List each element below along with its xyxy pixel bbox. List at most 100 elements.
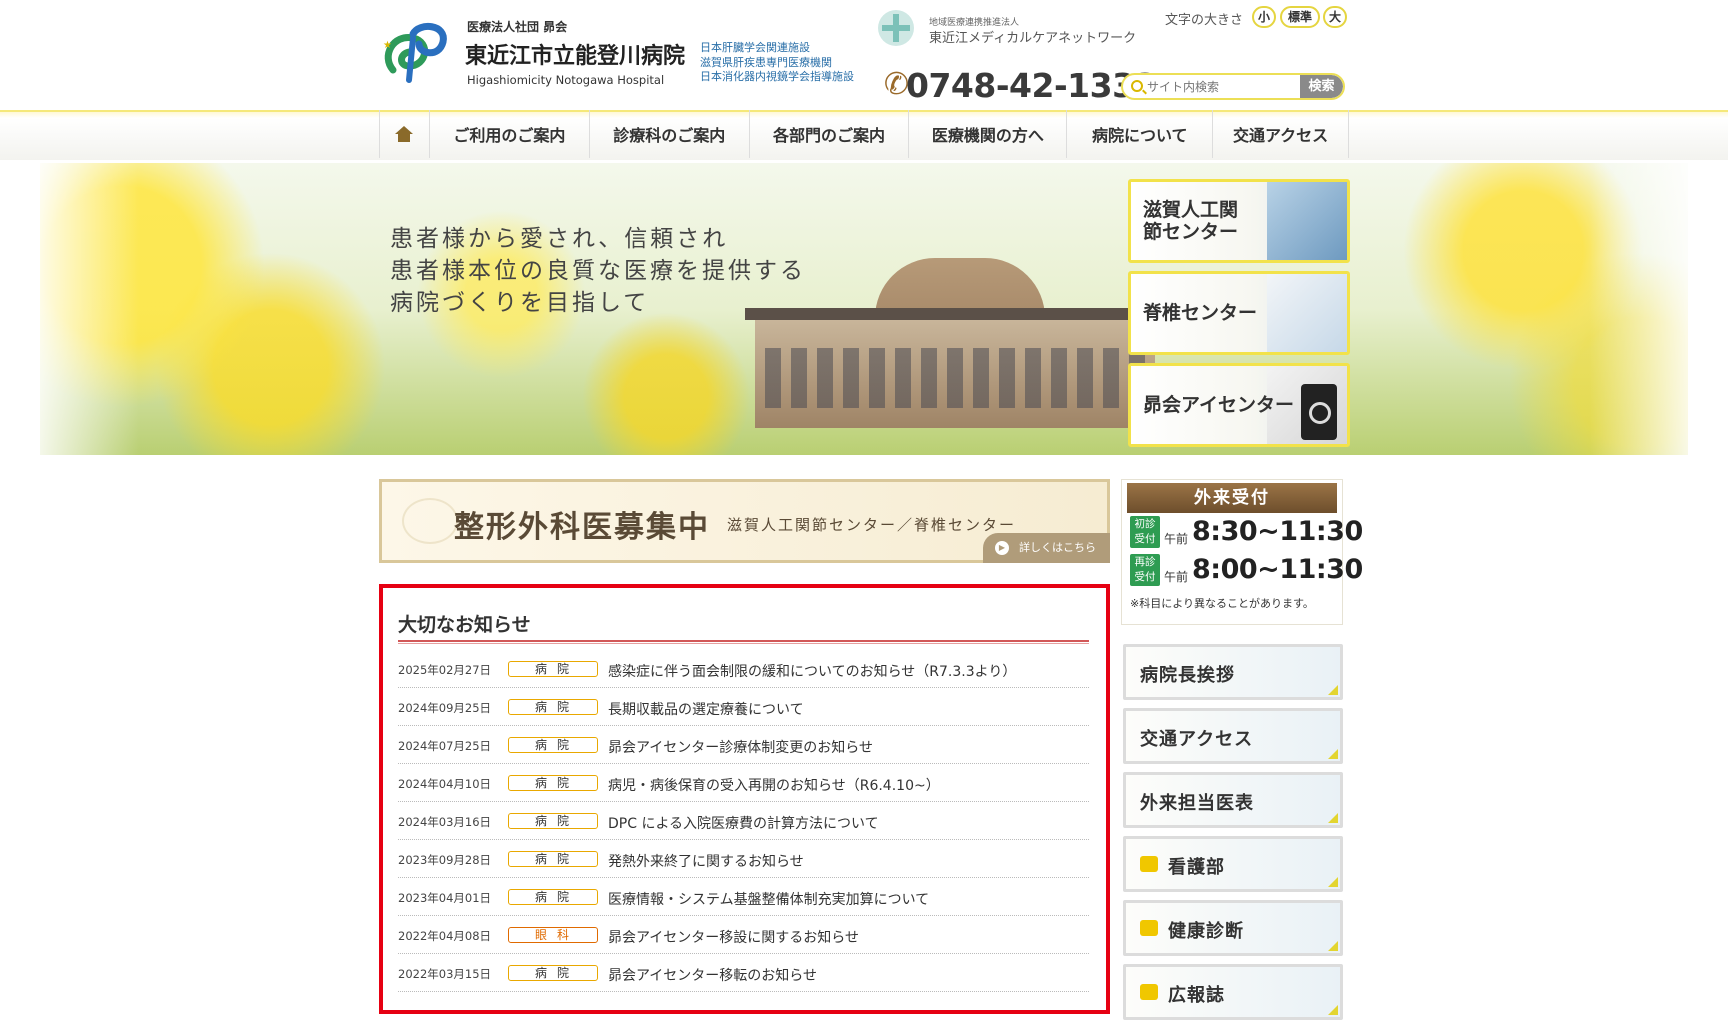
nursing-department-button[interactable]: 看護部 — [1123, 836, 1343, 892]
notice-item[interactable]: 2023年04月01日 病院 医療情報・システム基盤整備体制充実加算について — [398, 878, 1089, 916]
ornament-decoration — [402, 498, 458, 544]
notice-category-badge: 病院 — [508, 737, 598, 753]
side-button-label: 看護部 — [1168, 857, 1225, 878]
reception-title: 外来受付 — [1127, 483, 1337, 513]
network-link[interactable]: 東近江メディカルケアネットワーク — [929, 27, 1136, 46]
nav-item-for-medical-institutions[interactable]: 医療機関の方へ — [909, 110, 1068, 158]
notice-link[interactable]: 昴会アイセンター移設に関するお知らせ — [608, 927, 859, 947]
side-button-label: 健康診断 — [1168, 921, 1244, 942]
side-button-label: 広報誌 — [1168, 985, 1225, 1006]
notice-item[interactable]: 2022年04月08日 眼科 昴会アイセンター移設に関するお知らせ — [398, 916, 1089, 954]
notice-date: 2023年09月28日 — [398, 853, 492, 867]
health-checkup-button[interactable]: 健康診断 — [1123, 900, 1343, 956]
reception-prefix: 午前 — [1164, 570, 1189, 584]
banner-spine-center[interactable]: 脊椎センター — [1128, 271, 1350, 355]
notice-link[interactable]: 昴会アイセンター診療体制変更のお知らせ — [608, 737, 873, 757]
corporation-name: 医療法人社団 昴会 — [467, 20, 568, 34]
notice-item[interactable]: 2022年03月15日 病院 昴会アイセンター移転のお知らせ — [398, 954, 1089, 992]
notice-item[interactable]: 2024年09月25日 病院 長期収載品の選定療養について — [398, 688, 1089, 726]
nav-home[interactable] — [380, 110, 430, 158]
notice-link[interactable]: 医療情報・システム基盤整備体制充実加算について — [608, 889, 929, 909]
phone-icon: ✆ — [884, 67, 910, 102]
affiliation-item: 日本肝臓学会関連施設 — [700, 41, 810, 54]
notice-category-badge: 病院 — [508, 661, 598, 677]
notice-link[interactable]: DPC による入院医療費の計算方法について — [608, 813, 879, 833]
notice-category-badge: 病院 — [508, 813, 598, 829]
notice-link[interactable]: 感染症に伴う面会制限の緩和についてのお知らせ（R7.3.3より） — [608, 661, 1016, 681]
site-header: ★ 医療法人社団 昴会 東近江市立能登川病院 Higashiomicity No… — [0, 0, 1728, 110]
nav-item-about[interactable]: 病院について — [1067, 110, 1214, 158]
reception-row-revisit: 再診受付 午前 8:00~11:30 — [1130, 554, 1363, 588]
notice-category-badge: 病院 — [508, 775, 598, 791]
global-nav: ご利用のご案内 診療科のご案内 各部門のご案内 医療機関の方へ 病院について 交… — [379, 110, 1349, 158]
reception-row-first-visit: 初診受付 午前 8:30~11:30 — [1130, 516, 1363, 550]
hero-line: 患者様から愛され、信頼され — [390, 226, 729, 252]
notice-date: 2024年09月25日 — [398, 701, 492, 715]
notice-item[interactable]: 2024年04月10日 病院 病児・病後保育の受入再開のお知らせ（R6.4.10… — [398, 764, 1089, 802]
medical-network-icon[interactable] — [878, 10, 914, 46]
font-size-large-button[interactable]: 大 — [1323, 6, 1347, 28]
hospital-logo[interactable]: ★ — [379, 20, 459, 84]
hero-message: 患者様から愛され、信頼され 患者様本位の良質な医療を提供する 病院づくりを目指し… — [390, 223, 806, 319]
affiliation-item: 滋賀県肝疾患専門医療機関 — [700, 55, 832, 69]
nav-item-divisions[interactable]: 各部門のご案内 — [750, 110, 910, 158]
notice-link[interactable]: 発熱外来終了に関するお知らせ — [608, 851, 804, 871]
notice-link[interactable]: 昴会アイセンター移転のお知らせ — [608, 965, 817, 985]
notice-category-badge: 病院 — [508, 965, 598, 981]
hospital-name[interactable]: 東近江市立能登川病院 — [465, 38, 685, 70]
font-size-small-button[interactable]: 小 — [1252, 6, 1276, 28]
recruit-title: 整形外科医募集中 — [454, 510, 710, 545]
notice-item[interactable]: 2025年02月27日 病院 感染症に伴う面会制限の緩和についてのお知らせ（R7… — [398, 650, 1089, 688]
site-search: 検索 — [1121, 73, 1345, 100]
notice-item[interactable]: 2023年09月28日 病院 発熱外来終了に関するお知らせ — [398, 840, 1089, 878]
notice-category-badge: 眼科 — [508, 927, 598, 943]
svg-text:★: ★ — [383, 40, 392, 51]
nurse-cap-icon — [1140, 856, 1158, 872]
recruit-subtitle: 滋賀人工関節センター／脊椎センター — [727, 516, 1017, 534]
hero-line: 病院づくりを目指して — [390, 290, 650, 316]
outpatient-schedule-button[interactable]: 外来担当医表 — [1123, 772, 1343, 828]
banner-label: 昴会アイセンター — [1143, 394, 1295, 416]
reception-note: ※科目により異なることがあります。 — [1130, 597, 1314, 610]
font-size-label: 文字の大きさ — [1165, 13, 1244, 28]
newsletter-button[interactable]: 広報誌 — [1123, 964, 1343, 1020]
nav-item-departments[interactable]: 診療科のご案内 — [590, 110, 750, 158]
home-icon — [395, 126, 414, 142]
notice-link[interactable]: 長期収載品の選定療養について — [608, 699, 804, 719]
search-input[interactable] — [1147, 77, 1297, 96]
banner-eye-center[interactable]: 昴会アイセンター — [1128, 363, 1350, 447]
notice-item[interactable]: 2024年07月25日 病院 昴会アイセンター診療体制変更のお知らせ — [398, 726, 1089, 764]
banner-label: 滋賀人工関節センター — [1143, 199, 1239, 243]
important-notice-box: 大切なお知らせ 2025年02月27日 病院 感染症に伴う面会制限の緩和について… — [379, 584, 1110, 1014]
reception-prefix: 午前 — [1164, 532, 1189, 546]
notice-date: 2022年04月08日 — [398, 929, 492, 943]
recruit-more-link[interactable]: 詳しくはこちら — [983, 533, 1110, 563]
notice-link[interactable]: 病児・病後保育の受入再開のお知らせ（R6.4.10~） — [608, 775, 940, 795]
director-greeting-button[interactable]: 病院長挨拶 — [1123, 644, 1343, 700]
banner-label: 脊椎センター — [1143, 302, 1258, 324]
notice-item[interactable]: 2024年03月16日 病院 DPC による入院医療費の計算方法について — [398, 802, 1089, 840]
search-button[interactable]: 検索 — [1300, 75, 1343, 98]
recruit-banner[interactable]: 整形外科医募集中 滋賀人工関節センター／脊椎センター 詳しくはこちら — [379, 479, 1110, 563]
search-icon — [1131, 80, 1143, 92]
notice-category-badge: 病院 — [508, 699, 598, 715]
font-size-standard-button[interactable]: 標準 — [1280, 6, 1320, 28]
banner-joint-center[interactable]: 滋賀人工関節センター — [1128, 179, 1350, 263]
nav-item-guide[interactable]: ご利用のご案内 — [430, 110, 590, 158]
nav-item-access[interactable]: 交通アクセス — [1213, 110, 1349, 158]
notice-category-badge: 病院 — [508, 851, 598, 867]
phone-number[interactable]: 0748-42-1333 — [906, 66, 1158, 105]
reception-tag: 初診受付 — [1130, 516, 1160, 548]
surgery-photo — [1267, 182, 1347, 260]
affiliations: 日本肝臓学会関連施設 滋賀県肝疾患専門医療機関 日本消化器内視鏡学会指導施設 — [700, 41, 854, 85]
hospital-name-english: Higashiomicity Notogawa Hospital — [467, 73, 665, 87]
doctor-photo — [1267, 274, 1347, 352]
notice-category-badge: 病院 — [508, 889, 598, 905]
clipboard-icon — [1140, 920, 1158, 936]
access-button[interactable]: 交通アクセス — [1123, 708, 1343, 764]
side-button-label: 外来担当医表 — [1140, 793, 1254, 814]
reception-tag: 再診受付 — [1130, 554, 1160, 586]
notice-date: 2022年03月15日 — [398, 967, 492, 981]
notice-date: 2024年07月25日 — [398, 739, 492, 753]
hero-line: 患者様本位の良質な医療を提供する — [390, 258, 806, 284]
